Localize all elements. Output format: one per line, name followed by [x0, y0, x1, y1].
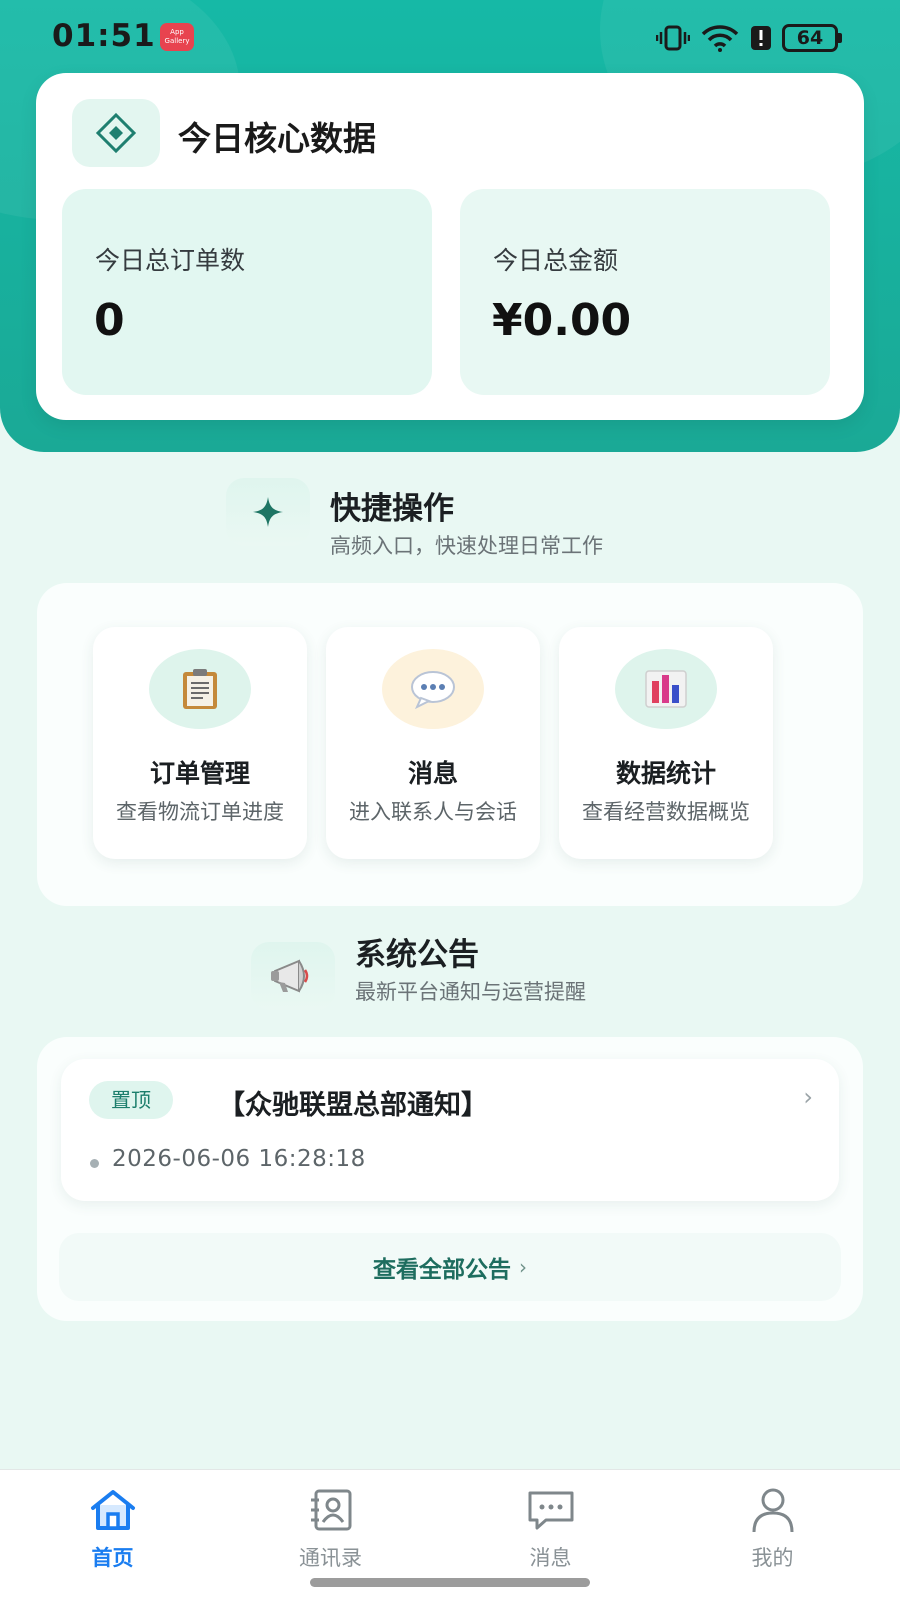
quick-item-desc: 进入联系人与会话 [349, 800, 517, 824]
stat-label: 今日总金额 [493, 246, 619, 275]
stat-value: 0 [94, 295, 125, 346]
notification-alert-icon [750, 25, 772, 51]
core-data-card: 今日核心数据 今日总订单数 0 今日总金额 ¥0.00 [36, 73, 864, 420]
wifi-icon [700, 24, 740, 52]
chevron-right-icon: › [803, 1083, 813, 1111]
quick-item-title: 数据统计 [615, 759, 716, 788]
app-gallery-icon: App Gallery [160, 23, 194, 51]
speech-bubble-icon [382, 649, 484, 729]
quick-item-orders[interactable]: 订单管理 查看物流订单进度 [93, 627, 307, 859]
quick-item-messages[interactable]: 消息 进入联系人与会话 [326, 627, 540, 859]
megaphone-icon [251, 942, 335, 1010]
quick-actions-title: 快捷操作 [330, 491, 454, 527]
home-indicator [310, 1578, 590, 1587]
stat-value: ¥0.00 [492, 295, 632, 346]
status-time: 01:51 [52, 18, 156, 54]
status-bar: 01:51 App Gallery 64 [0, 0, 900, 74]
announcements-card: 置顶 【众驰联盟总部通知】 › 2026-06-06 16:28:18 查看全部… [37, 1037, 863, 1321]
message-icon [526, 1484, 576, 1536]
tab-label: 通讯录 [299, 1546, 362, 1570]
status-indicators: 64 [656, 22, 842, 54]
user-icon [749, 1484, 797, 1536]
tab-contacts[interactable]: 通讯录 [218, 1470, 443, 1580]
tab-home[interactable]: 首页 [0, 1470, 225, 1580]
bar-chart-icon [615, 649, 717, 729]
battery-icon: 64 [782, 24, 842, 52]
stat-label: 今日总订单数 [95, 246, 246, 275]
stat-total-orders[interactable]: 今日总订单数 0 [62, 189, 432, 395]
quick-item-desc: 查看物流订单进度 [116, 800, 284, 824]
announcements-title: 系统公告 [355, 937, 479, 973]
announcement-item[interactable]: 置顶 【众驰联盟总部通知】 › 2026-06-06 16:28:18 [61, 1059, 839, 1201]
diamond-icon [72, 99, 160, 167]
tab-label: 消息 [529, 1546, 572, 1570]
announcement-title: 【众驰联盟总部通知】 [218, 1090, 488, 1121]
tab-messages[interactable]: 消息 [438, 1470, 663, 1580]
clipboard-icon [149, 649, 251, 729]
tab-label: 我的 [751, 1546, 794, 1570]
sparkle-icon [226, 478, 310, 546]
core-data-title: 今日核心数据 [178, 119, 376, 158]
chevron-right-icon: › [519, 1255, 527, 1279]
tab-label: 首页 [91, 1546, 134, 1570]
quick-item-desc: 查看经营数据概览 [582, 800, 750, 824]
announcement-time: 2026-06-06 16:28:18 [112, 1146, 366, 1172]
quick-item-title: 消息 [407, 759, 458, 788]
quick-actions-subtitle: 高频入口，快速处理日常工作 [330, 534, 603, 558]
pinned-badge: 置顶 [89, 1081, 173, 1119]
tab-profile[interactable]: 我的 [660, 1470, 885, 1580]
contacts-icon [307, 1484, 355, 1536]
home-icon [89, 1484, 137, 1536]
battery-level: 64 [782, 24, 838, 52]
stat-total-amount[interactable]: 今日总金额 ¥0.00 [460, 189, 830, 395]
dot-icon [90, 1159, 99, 1168]
quick-item-title: 订单管理 [149, 759, 250, 788]
quick-actions-card: 订单管理 查看物流订单进度 消息 进入联系人与会话 数据统计 查看经营数据概览 [37, 583, 863, 906]
quick-item-statistics[interactable]: 数据统计 查看经营数据概览 [559, 627, 773, 859]
view-all-announcements-button[interactable]: 查看全部公告 › [59, 1233, 841, 1301]
battery-tip [838, 33, 842, 43]
view-all-label: 查看全部公告 [373, 1257, 511, 1283]
announcements-subtitle: 最新平台通知与运营提醒 [355, 980, 586, 1004]
vibrate-icon [656, 25, 690, 51]
